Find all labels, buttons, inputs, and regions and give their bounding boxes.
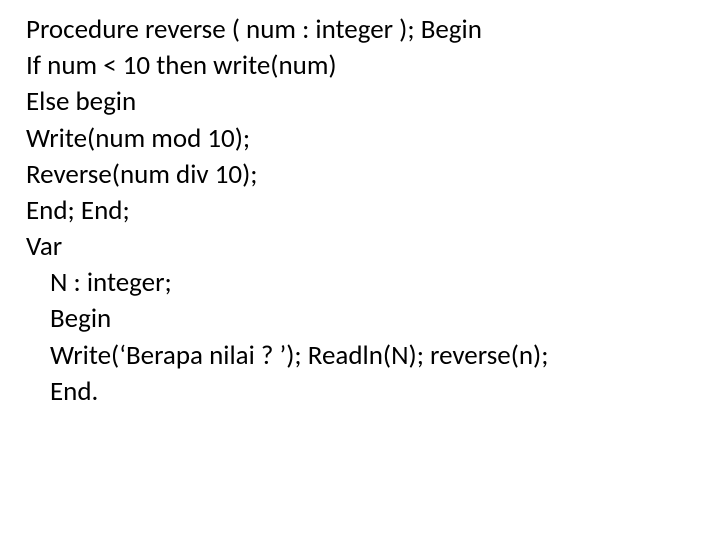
code-line: Else begin <box>26 84 702 120</box>
code-line: Write(‘Berapa nilai ? ’); Readln(N); rev… <box>26 338 702 374</box>
code-line: Begin <box>26 301 702 337</box>
code-slide: Procedure reverse ( num : integer ); Beg… <box>0 0 720 540</box>
code-line: End. <box>26 374 702 410</box>
code-line: Write(num mod 10); <box>26 121 702 157</box>
code-line: If num < 10 then write(num) <box>26 48 702 84</box>
code-line: N : integer; <box>26 265 702 301</box>
code-line: End; End; <box>26 193 702 229</box>
code-line: Procedure reverse ( num : integer ); Beg… <box>26 12 702 48</box>
code-line: Var <box>26 229 702 265</box>
code-line: Reverse(num div 10); <box>26 157 702 193</box>
